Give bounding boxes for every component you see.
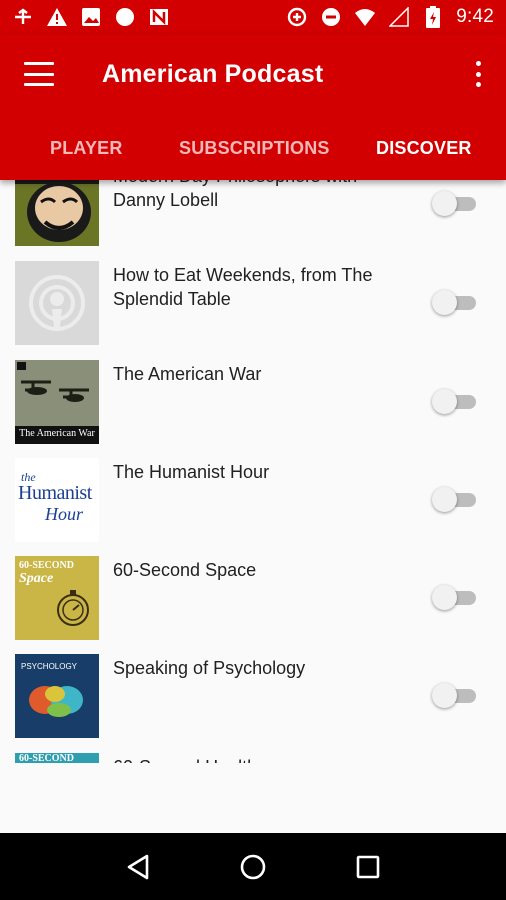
status-bar: 9:42 bbox=[0, 0, 506, 34]
podcast-title: How to Eat Weekends, from The Splendid T… bbox=[113, 265, 373, 309]
sync-icon bbox=[286, 6, 308, 28]
artwork-text: Humanist bbox=[18, 482, 92, 504]
artwork-text: PSYCHOLOGY bbox=[21, 662, 78, 671]
podcast-title: Modern Day Philosophers with Danny Lobel… bbox=[113, 180, 357, 210]
list-item[interactable]: Modern Day Philosophers with Danny Lobel… bbox=[0, 180, 506, 260]
circle-icon bbox=[114, 6, 136, 28]
do-not-disturb-icon bbox=[320, 6, 342, 28]
signal-icon bbox=[388, 6, 410, 28]
artwork-text: Hour bbox=[45, 504, 84, 524]
artwork-text: 60-SECOND bbox=[19, 560, 75, 571]
podcast-artwork: 60-SECOND bbox=[15, 753, 99, 763]
recents-icon[interactable] bbox=[348, 847, 388, 887]
podcast-artwork: 60-SECOND Space bbox=[15, 556, 99, 640]
toolbar: American Podcast bbox=[0, 34, 506, 114]
list-item[interactable]: PSYCHOLOGY Speaking of Psychology bbox=[0, 654, 506, 752]
tab-player[interactable]: PLAYER bbox=[50, 138, 123, 159]
artwork-text: Space bbox=[19, 571, 54, 586]
podcast-title: 60-Second Space bbox=[113, 560, 257, 580]
podcast-artwork: The American War bbox=[15, 360, 99, 444]
app-title: American Podcast bbox=[102, 59, 324, 88]
podcast-title: 60-Second Health bbox=[113, 755, 413, 763]
app-bar: American Podcast PLAYER SUBSCRIPTIONS DI… bbox=[0, 34, 506, 180]
tab-subscriptions[interactable]: SUBSCRIPTIONS bbox=[179, 138, 330, 159]
subscribe-toggle[interactable] bbox=[432, 388, 478, 414]
podcast-title: The Humanist Hour bbox=[113, 462, 270, 482]
subscribe-toggle[interactable] bbox=[432, 190, 478, 216]
subscribe-toggle[interactable] bbox=[432, 584, 478, 610]
list-item[interactable]: 60-SECOND Space 60-Second Space bbox=[0, 556, 506, 654]
podcast-artwork: PSYCHOLOGY bbox=[15, 654, 99, 738]
subscribe-toggle[interactable] bbox=[432, 289, 478, 315]
navigation-bar bbox=[0, 833, 506, 900]
image-icon bbox=[80, 6, 102, 28]
podcast-artwork: the Humanist Hour bbox=[15, 458, 99, 542]
home-icon[interactable] bbox=[233, 847, 273, 887]
podcast-artwork bbox=[15, 180, 99, 246]
more-options-icon[interactable] bbox=[470, 61, 486, 87]
list-item[interactable]: The American War The American War bbox=[0, 360, 506, 458]
list-item[interactable]: 60-SECOND 60-Second Health bbox=[0, 753, 506, 763]
status-time: 9:42 bbox=[456, 6, 494, 27]
list-item[interactable]: the Humanist Hour The Humanist Hour bbox=[0, 458, 506, 556]
list-item[interactable]: How to Eat Weekends, from The Splendid T… bbox=[0, 261, 506, 359]
directions-icon bbox=[12, 6, 34, 28]
tab-discover[interactable]: DISCOVER bbox=[376, 138, 472, 159]
podcast-artwork bbox=[15, 261, 99, 345]
battery-icon bbox=[422, 6, 444, 28]
podcast-list: Modern Day Philosophers with Danny Lobel… bbox=[0, 180, 506, 763]
wifi-icon bbox=[354, 6, 376, 28]
artwork-text: 60-SECOND bbox=[19, 753, 75, 763]
menu-icon[interactable] bbox=[24, 62, 54, 86]
back-icon[interactable] bbox=[118, 847, 158, 887]
subscribe-toggle[interactable] bbox=[432, 486, 478, 512]
n-icon bbox=[148, 6, 170, 28]
podcast-title: Speaking of Psychology bbox=[113, 658, 306, 678]
subscribe-toggle[interactable] bbox=[432, 682, 478, 708]
warning-icon bbox=[46, 6, 68, 28]
artwork-caption: The American War bbox=[19, 428, 95, 439]
podcast-title: The American War bbox=[113, 364, 262, 384]
